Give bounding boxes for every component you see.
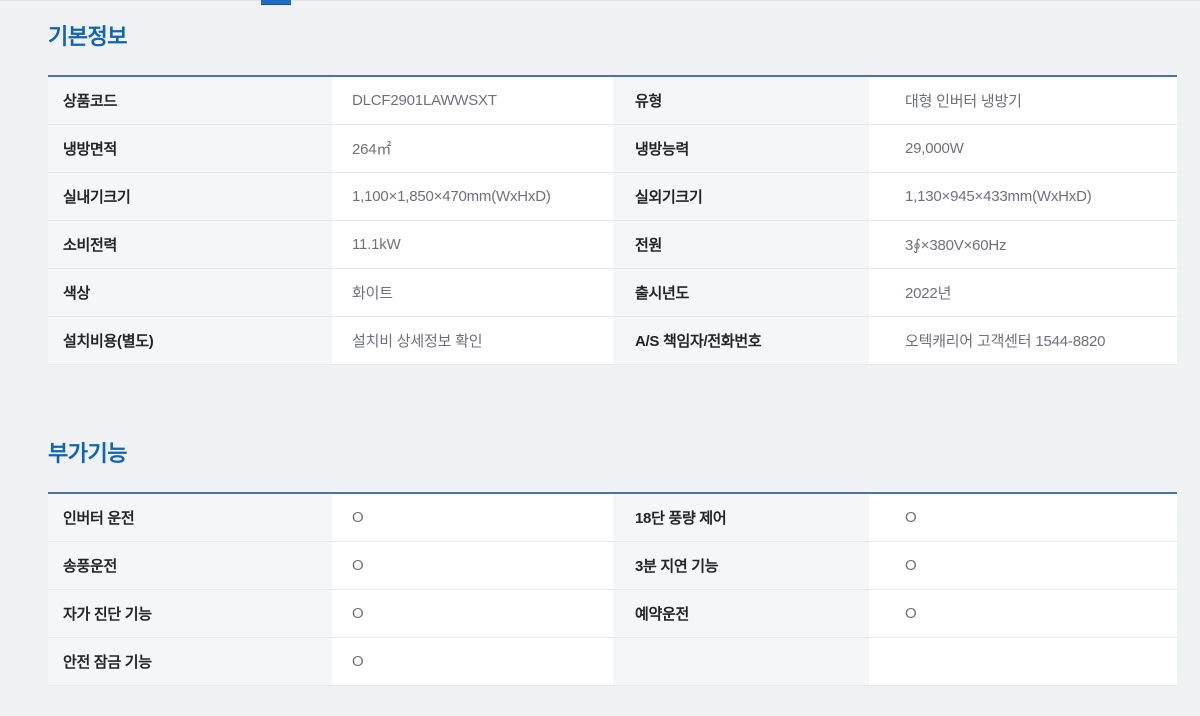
spec-value: 29,000W (869, 125, 1177, 172)
spec-label: 송풍운전 (48, 542, 332, 589)
spec-label: 출시년도 (613, 269, 869, 316)
spec-label: 자가 진단 기능 (48, 590, 332, 637)
spec-value: 3∮×380V×60Hz (869, 221, 1177, 268)
spec-value: 11.1kW (332, 221, 613, 268)
extra-features-title: 부가기능 (48, 443, 1177, 465)
spec-label: 설치비용(별도) (48, 317, 332, 364)
spec-label: 3분 지연 기능 (613, 542, 869, 589)
basic-info-table: 상품코드DLCF2901LAWWSXT유형대형 인버터 냉방기냉방면적264㎡냉… (48, 75, 1177, 365)
spec-value: 대형 인버터 냉방기 (869, 77, 1177, 124)
spec-value: O (869, 542, 1177, 589)
spec-label (613, 638, 869, 685)
spec-label: 소비전력 (48, 221, 332, 268)
spec-value: DLCF2901LAWWSXT (332, 77, 613, 124)
spec-value: 설치비 상세정보 확인 (332, 317, 613, 364)
spec-value: 화이트 (332, 269, 613, 316)
spec-value: 1,130×945×433mm(WxHxD) (869, 173, 1177, 220)
spec-label: 예약운전 (613, 590, 869, 637)
spec-value: O (332, 590, 613, 637)
table-row: 소비전력11.1kW전원3∮×380V×60Hz (48, 221, 1177, 269)
spec-label: 인버터 운전 (48, 494, 332, 541)
spec-value: O (869, 590, 1177, 637)
spec-label: 안전 잠금 기능 (48, 638, 332, 685)
table-row: 상품코드DLCF2901LAWWSXT유형대형 인버터 냉방기 (48, 77, 1177, 125)
spec-label: 18단 풍량 제어 (613, 494, 869, 541)
spec-label: 상품코드 (48, 77, 332, 124)
product-spec-content: 기본정보 상품코드DLCF2901LAWWSXT유형대형 인버터 냉방기냉방면적… (48, 0, 1177, 686)
table-row: 안전 잠금 기능O (48, 638, 1177, 686)
spec-label: 전원 (613, 221, 869, 268)
spec-value: 1,100×1,850×470mm(WxHxD) (332, 173, 613, 220)
spec-label: 냉방면적 (48, 125, 332, 172)
table-row: 냉방면적264㎡냉방능력29,000W (48, 125, 1177, 173)
spec-value: 264㎡ (332, 125, 613, 172)
table-row: 실내기크기1,100×1,850×470mm(WxHxD)실외기크기1,130×… (48, 173, 1177, 221)
basic-info-title: 기본정보 (48, 26, 1177, 48)
table-row: 자가 진단 기능O예약운전O (48, 590, 1177, 638)
table-row: 설치비용(별도)설치비 상세정보 확인A/S 책임자/전화번호오텍캐리어 고객센… (48, 317, 1177, 365)
spec-label: A/S 책임자/전화번호 (613, 317, 869, 364)
extra-features-table: 인버터 운전O18단 풍량 제어O송풍운전O3분 지연 기능O자가 진단 기능O… (48, 492, 1177, 686)
spec-label: 유형 (613, 77, 869, 124)
section-extra-features: 부가기능 인버터 운전O18단 풍량 제어O송풍운전O3분 지연 기능O자가 진… (48, 443, 1177, 686)
spec-value: 오텍캐리어 고객센터 1544-8820 (869, 317, 1177, 364)
spec-value: 2022년 (869, 269, 1177, 316)
spec-value: O (332, 494, 613, 541)
spec-value: O (332, 542, 613, 589)
spec-value: O (332, 638, 613, 685)
spec-value: O (869, 494, 1177, 541)
section-basic-info: 기본정보 상품코드DLCF2901LAWWSXT유형대형 인버터 냉방기냉방면적… (48, 26, 1177, 365)
table-row: 인버터 운전O18단 풍량 제어O (48, 494, 1177, 542)
table-row: 송풍운전O3분 지연 기능O (48, 542, 1177, 590)
spec-value (869, 638, 1177, 685)
spec-label: 실내기크기 (48, 173, 332, 220)
spec-label: 색상 (48, 269, 332, 316)
spec-label: 냉방능력 (613, 125, 869, 172)
table-row: 색상화이트출시년도2022년 (48, 269, 1177, 317)
spec-label: 실외기크기 (613, 173, 869, 220)
